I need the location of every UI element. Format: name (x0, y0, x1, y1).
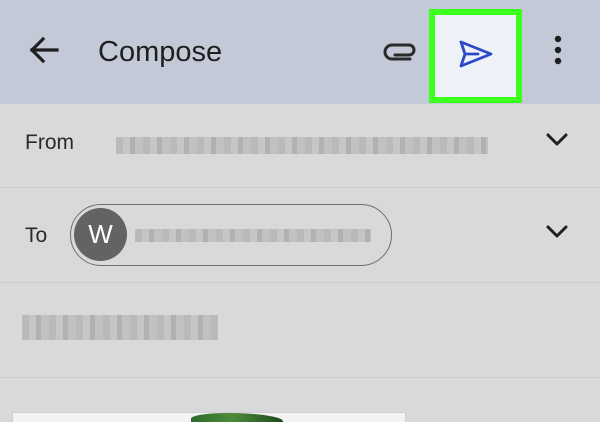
more-options-button[interactable] (538, 30, 578, 74)
from-expand-button[interactable] (542, 127, 572, 157)
avatar: W (74, 208, 127, 261)
to-label: To (25, 224, 48, 247)
send-icon (458, 39, 494, 74)
arrow-left-icon (29, 36, 59, 69)
recipient-address-redacted (135, 229, 371, 242)
from-label: From (25, 131, 74, 154)
subject-row[interactable] (0, 283, 600, 378)
to-row: To W (0, 188, 600, 283)
more-vertical-icon (554, 35, 562, 70)
page-title: Compose (98, 36, 223, 68)
attach-button[interactable] (378, 30, 424, 74)
send-button[interactable] (429, 9, 522, 103)
chevron-down-icon (546, 133, 568, 152)
recipient-chip[interactable]: W (70, 204, 392, 266)
attached-image (12, 412, 406, 422)
to-expand-button[interactable] (542, 219, 572, 249)
from-row: From (0, 104, 600, 188)
message-body[interactable] (0, 378, 600, 422)
compose-screen: Compose From To W (0, 0, 600, 422)
subject-redacted (22, 315, 218, 340)
plant-leaf-image-detail (191, 413, 283, 422)
back-button[interactable] (18, 28, 70, 76)
chevron-down-icon (546, 225, 568, 244)
paperclip-icon (383, 39, 419, 66)
from-address-redacted (116, 137, 488, 154)
top-app-bar: Compose (0, 0, 600, 104)
